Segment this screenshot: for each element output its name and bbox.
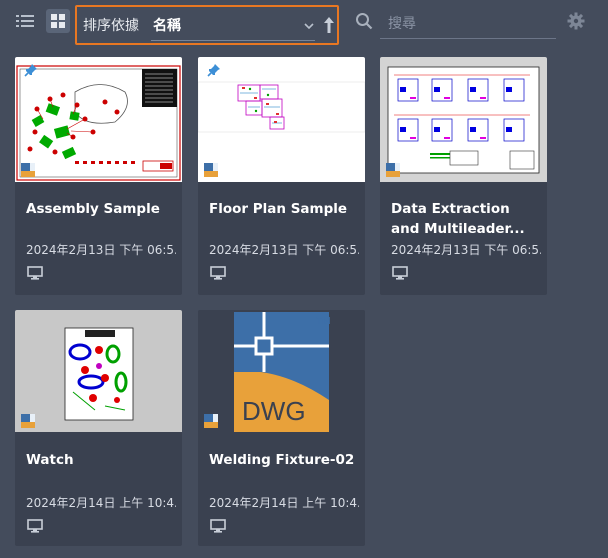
dwg-file-icon <box>21 414 35 428</box>
grid-view-button[interactable] <box>46 9 70 33</box>
dwg-file-icon <box>204 163 218 177</box>
drawing-title: Floor Plan Sample <box>209 201 348 217</box>
dwg-file-icon <box>386 163 400 177</box>
chevron-down-icon <box>304 23 314 30</box>
drawing-thumbnail <box>15 310 182 432</box>
drawing-date: 2024年2月14日 上午 10:4... <box>26 496 176 510</box>
toolbar: 排序依據 名稱 搜尋 <box>0 0 608 45</box>
drawing-card[interactable]: Data Extraction and Multileader... 2024年… <box>380 57 547 295</box>
list-icon <box>16 15 34 27</box>
monitor-icon <box>392 266 408 280</box>
dwg-file-icon <box>21 163 35 177</box>
drawing-date: 2024年2月13日 下午 06:5... <box>391 243 541 257</box>
drawing-card[interactable]: Assembly Sample 2024年2月13日 下午 06:5... <box>15 57 182 295</box>
svg-text:TM: TM <box>316 316 330 327</box>
dwg-file-icon <box>204 414 218 428</box>
drawing-card[interactable]: Floor Plan Sample 2024年2月13日 下午 06:5... <box>198 57 365 295</box>
monitor-icon <box>210 266 226 280</box>
drawing-card[interactable]: DWG TM Welding Fixture-02 2024年2月14日 上午 … <box>198 310 365 546</box>
sort-ascending-icon[interactable] <box>322 15 336 35</box>
pin-icon[interactable] <box>24 63 38 77</box>
drawing-title: Welding Fixture-02 <box>209 452 355 468</box>
sort-value: 名稱 <box>153 18 181 34</box>
drawing-date: 2024年2月14日 上午 10:4... <box>209 496 359 510</box>
drawing-thumbnail <box>15 57 182 182</box>
list-view-button[interactable] <box>14 10 36 32</box>
drawing-card[interactable]: Watch 2024年2月14日 上午 10:4... <box>15 310 182 546</box>
gear-icon[interactable] <box>567 12 585 30</box>
pin-icon[interactable] <box>207 63 221 77</box>
sort-dropdown[interactable]: 名稱 <box>151 11 315 41</box>
drawing-title: Assembly Sample <box>26 201 160 217</box>
sort-control: 排序依據 名稱 <box>75 5 339 45</box>
grid-icon <box>51 14 65 28</box>
monitor-icon <box>27 519 43 533</box>
search-input[interactable]: 搜尋 <box>380 7 556 39</box>
drawing-title: Data Extraction and Multileader... <box>391 201 525 237</box>
drawing-date: 2024年2月13日 下午 06:5... <box>26 243 176 257</box>
sort-label: 排序依據 <box>83 18 139 34</box>
drawing-title: Watch <box>26 452 74 468</box>
drawing-thumbnail <box>198 57 365 182</box>
search-icon <box>356 13 373 30</box>
drawing-date: 2024年2月13日 下午 06:5... <box>209 243 359 257</box>
drawing-thumbnail: DWG TM <box>198 310 365 432</box>
monitor-icon <box>210 519 226 533</box>
monitor-icon <box>27 266 43 280</box>
dwg-logo-text: DWG <box>242 396 306 426</box>
drawing-thumbnail <box>380 57 547 182</box>
